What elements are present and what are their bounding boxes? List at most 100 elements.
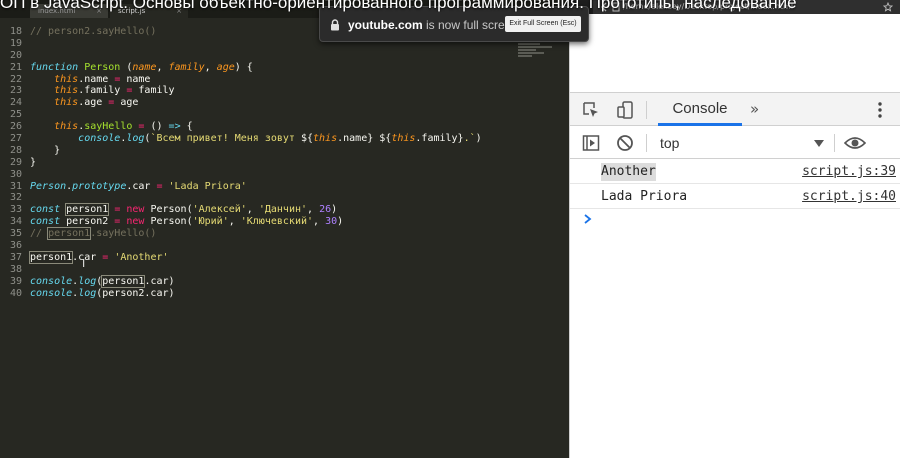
line-number: 38 bbox=[9, 263, 22, 275]
eye-icon[interactable] bbox=[844, 134, 866, 152]
code-token: { bbox=[180, 121, 193, 133]
minimap-line bbox=[518, 43, 540, 45]
console-message[interactable]: Lada Priora script.js:40 bbox=[570, 185, 900, 209]
tab-console[interactable]: Console bbox=[658, 93, 742, 126]
code-token: } bbox=[30, 156, 37, 168]
line-number: 39 bbox=[9, 275, 22, 287]
code-line[interactable]: this.family = family bbox=[30, 85, 510, 97]
code-line[interactable]: person1.car = 'Another' bbox=[28, 250, 510, 264]
code-token: .sayHello() bbox=[90, 228, 157, 240]
code-token: } bbox=[30, 144, 61, 156]
code-token: () bbox=[144, 121, 169, 133]
execution-context-select[interactable]: top bbox=[650, 131, 830, 155]
code-token: const bbox=[30, 216, 67, 228]
code-token: ) bbox=[475, 133, 482, 145]
show-sidebar-icon[interactable] bbox=[582, 134, 600, 152]
device-toolbar-icon[interactable] bbox=[616, 101, 634, 119]
code-token: Person( bbox=[144, 216, 193, 228]
code-line[interactable] bbox=[30, 169, 510, 181]
code-line[interactable] bbox=[30, 50, 510, 62]
url-text[interactable]: /home/aleksey/Desktop/project/index.html bbox=[623, 1, 793, 13]
code-token: person2 bbox=[66, 216, 115, 228]
code-line[interactable] bbox=[30, 109, 510, 121]
browser-address-bar[interactable]: /home/aleksey/Desktop/project/index.html bbox=[593, 0, 900, 14]
code-token: , bbox=[204, 61, 217, 73]
back-icon[interactable] bbox=[599, 2, 609, 12]
close-icon[interactable]: × bbox=[176, 4, 182, 18]
code-token: , bbox=[246, 204, 259, 216]
console-prompt-chevron-icon[interactable] bbox=[582, 212, 594, 226]
code-token: const bbox=[30, 204, 67, 216]
code-token: .car bbox=[126, 180, 157, 192]
clear-console-icon[interactable] bbox=[616, 134, 634, 152]
source-link[interactable]: script.js:40 bbox=[802, 188, 896, 206]
code-line[interactable]: this.sayHello = () => { bbox=[30, 121, 510, 133]
code-token: 'Lada Priora' bbox=[168, 180, 247, 192]
bookmark-star-icon[interactable] bbox=[883, 2, 893, 12]
code-token: .family} bbox=[415, 133, 464, 145]
console-message[interactable]: Another script.js:39 bbox=[570, 160, 900, 184]
code-line[interactable]: const person1 = new Person('Алексей', 'Д… bbox=[30, 203, 510, 217]
code-line[interactable]: const person2 = new Person('Юрий', 'Ключ… bbox=[30, 216, 510, 228]
line-number: 36 bbox=[9, 240, 22, 252]
line-number: 29 bbox=[9, 156, 22, 168]
code-token: (person2.car) bbox=[96, 287, 175, 299]
code-token: .car) bbox=[144, 275, 175, 287]
code-line[interactable]: this.name = name bbox=[30, 74, 510, 86]
line-number: 31 bbox=[9, 180, 22, 192]
code-line[interactable] bbox=[30, 240, 510, 252]
code-token: person1 bbox=[47, 227, 92, 241]
more-tabs-button[interactable]: » bbox=[750, 93, 759, 126]
code-line[interactable]: function Person (name, family, age) { bbox=[30, 62, 510, 74]
close-icon[interactable]: × bbox=[96, 4, 102, 18]
code-token: 'Данчин' bbox=[258, 204, 308, 216]
code-line[interactable]: } bbox=[30, 145, 510, 157]
console-message-text: Another bbox=[601, 163, 656, 181]
minimap[interactable] bbox=[518, 40, 558, 70]
minimap-line bbox=[518, 46, 552, 48]
line-number: 37 bbox=[9, 251, 22, 263]
code-line[interactable]: console.log(`Всем привет! Меня зовут ${t… bbox=[30, 133, 510, 145]
code-token: 'Юрий' bbox=[192, 216, 229, 228]
code-line[interactable]: Person.prototype.car = 'Lada Priora' bbox=[30, 181, 510, 193]
chevron-down-icon bbox=[814, 140, 824, 147]
code-token: .car bbox=[72, 251, 103, 263]
context-value: top bbox=[660, 135, 680, 151]
code-token: 26 bbox=[319, 204, 332, 216]
code-area[interactable]: // person2.sayHello() function Person (na… bbox=[28, 26, 510, 300]
code-token: this bbox=[54, 73, 79, 85]
console-message-text: Lada Priora bbox=[601, 189, 688, 204]
code-line[interactable] bbox=[30, 264, 510, 276]
devtools-tab-bar: Console » bbox=[570, 92, 900, 126]
file-icon bbox=[612, 2, 620, 12]
line-number: 30 bbox=[9, 168, 22, 180]
code-line[interactable]: } bbox=[30, 157, 510, 169]
exit-fullscreen-button[interactable]: Exit Full Screen (Esc) bbox=[505, 16, 581, 32]
tab-label: index.html bbox=[38, 7, 76, 15]
code-editor[interactable]: index.html × script.js × 18 19 20 21 22 23 24 2… bbox=[0, 0, 569, 458]
code-line[interactable]: // person1.sayHello() bbox=[30, 227, 510, 241]
code-token: => bbox=[168, 121, 181, 133]
devtools-panel: Console » top Another script.js:39 Lada … bbox=[569, 14, 900, 458]
minimap-line bbox=[518, 49, 536, 51]
code-line[interactable]: console.log(person1.car) bbox=[30, 274, 510, 288]
toolbar-divider bbox=[834, 134, 835, 152]
code-line[interactable]: console.log(person2.car) bbox=[30, 288, 510, 300]
line-number: 21 bbox=[9, 61, 22, 73]
tab-index-html[interactable]: index.html × bbox=[30, 4, 108, 18]
kebab-menu-icon[interactable] bbox=[871, 101, 889, 119]
inspect-element-icon[interactable] bbox=[582, 101, 600, 119]
code-line[interactable]: this.age = age bbox=[30, 97, 510, 109]
code-token: ) bbox=[337, 216, 344, 228]
source-link[interactable]: script.js:39 bbox=[802, 163, 896, 181]
page-viewport[interactable] bbox=[570, 14, 900, 92]
code-token: this bbox=[391, 133, 416, 145]
line-number: 25 bbox=[9, 109, 22, 121]
tab-script-js[interactable]: script.js × bbox=[110, 4, 188, 18]
code-token: 'Another' bbox=[114, 251, 169, 263]
code-line[interactable] bbox=[30, 192, 510, 204]
code-token: age bbox=[114, 97, 139, 109]
